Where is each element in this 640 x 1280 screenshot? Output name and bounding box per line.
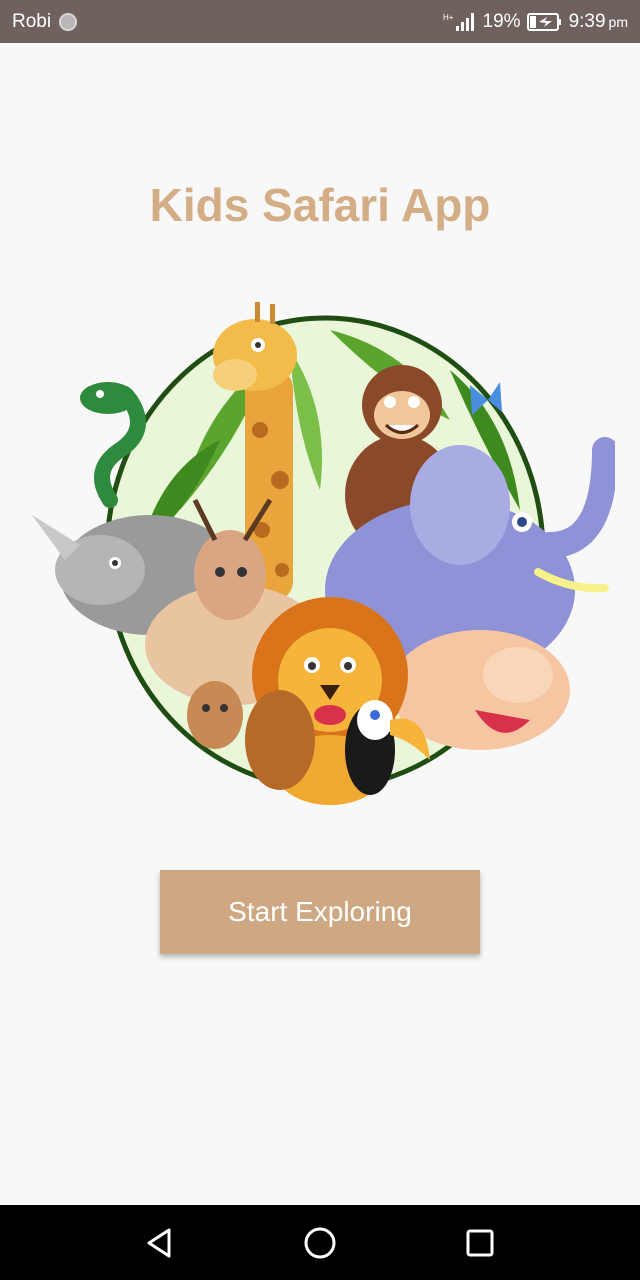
recents-square-icon <box>466 1229 494 1256</box>
clock-time: 9:39 <box>568 10 606 32</box>
page-title: Kids Safari App <box>149 179 491 231</box>
safari-animals-illustration <box>32 302 615 805</box>
notification-dot-icon <box>59 12 78 31</box>
start-exploring-button[interactable]: Start Exploring <box>160 870 480 954</box>
signal-icon: H+ <box>443 12 474 31</box>
carrier-name: Robi <box>12 10 52 32</box>
clock-ampm: pm <box>608 13 628 30</box>
nav-home-button[interactable] <box>295 1218 345 1268</box>
back-triangle-icon <box>147 1228 171 1257</box>
battery-percent: 19% <box>482 10 521 32</box>
nav-recents-button[interactable] <box>455 1218 505 1268</box>
nav-back-button[interactable] <box>135 1218 185 1268</box>
home-circle-icon <box>304 1227 336 1258</box>
status-bar: Robi H+ 19% 9:39 pm <box>0 0 640 43</box>
network-type-label: H+ <box>443 13 454 22</box>
battery-charging-icon <box>526 12 561 31</box>
navigation-bar <box>0 1205 640 1280</box>
